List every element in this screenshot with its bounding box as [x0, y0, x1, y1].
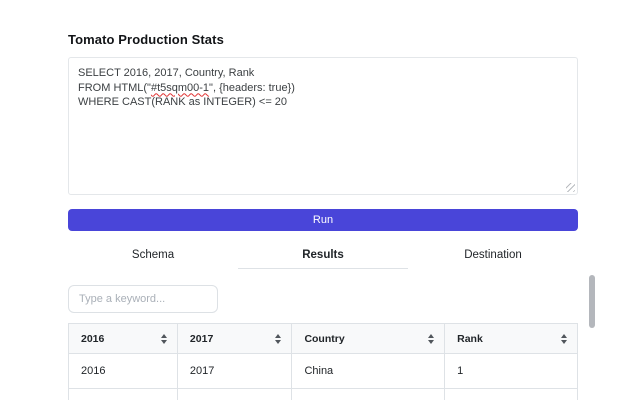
- tab-bar: Schema Results Destination: [68, 245, 578, 269]
- run-button[interactable]: Run: [68, 209, 578, 231]
- results-table: 2016 2017 Country Rank 2016 2017 China 1: [68, 323, 578, 400]
- column-header-2016[interactable]: 2016: [68, 323, 178, 354]
- page-title: Tomato Production Stats: [68, 32, 224, 47]
- table-row: 2016 2017 China 1: [68, 353, 578, 389]
- keyword-filter-input[interactable]: [68, 285, 218, 313]
- sort-icon[interactable]: [561, 333, 567, 344]
- column-header-2017[interactable]: 2017: [176, 323, 293, 354]
- vertical-scrollbar-thumb[interactable]: [589, 275, 595, 328]
- query-line-1: SELECT 2016, 2017, Country, Rank: [78, 67, 255, 79]
- cell-2016: 2016: [68, 353, 178, 389]
- column-header-country[interactable]: Country: [291, 323, 446, 354]
- spellcheck-flagged-token: #t5sqm00-1: [150, 81, 210, 94]
- column-header-rank[interactable]: Rank: [444, 323, 578, 354]
- extension-popup: Tomato Production Stats SELECT 2016, 201…: [0, 0, 640, 400]
- cell-country: China: [291, 353, 446, 389]
- cell-rank: 2: [444, 388, 578, 400]
- tab-schema[interactable]: Schema: [68, 245, 238, 269]
- query-line-3: WHERE CAST(RANK as INTEGER) <= 20: [78, 96, 288, 108]
- sort-icon[interactable]: [275, 333, 282, 344]
- table-header-row: 2016 2017 Country Rank: [68, 323, 578, 354]
- main-content: Tomato Production Stats SELECT 2016, 201…: [68, 0, 578, 400]
- tab-results[interactable]: Results: [238, 245, 408, 269]
- textarea-resize-handle-icon[interactable]: [566, 183, 575, 192]
- sort-icon[interactable]: [160, 333, 167, 344]
- table-row: 2016 2017 India 2: [68, 388, 578, 400]
- cell-2017: 2017: [176, 353, 293, 389]
- cell-2017: 2017: [176, 388, 293, 400]
- cell-country: India: [291, 388, 446, 400]
- query-textarea[interactable]: SELECT 2016, 2017, Country, Rank FROM HT…: [68, 57, 578, 195]
- sort-icon[interactable]: [428, 333, 435, 344]
- cell-2016: 2016: [68, 388, 178, 400]
- cell-rank: 1: [444, 353, 578, 389]
- query-line-2: FROM HTML("#t5sqm00-1", {headers: true}): [78, 81, 295, 94]
- tab-destination[interactable]: Destination: [408, 245, 578, 269]
